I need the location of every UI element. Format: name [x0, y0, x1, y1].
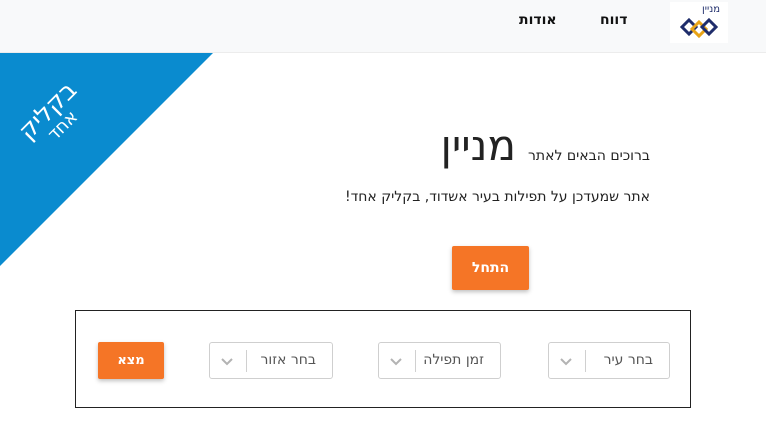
nav-link-about[interactable]: אודות — [519, 12, 557, 28]
select-separator — [415, 350, 416, 372]
hero-heading: ברוכים הבאים לאתר מניין — [440, 122, 650, 170]
top-navbar: מניין דווח אודות — [0, 0, 766, 53]
hero-tagline: אתר שמעדכן על תפילות בעיר אשדוד, בקליק א… — [345, 189, 650, 205]
prayer-time-select[interactable]: זמן תפילה — [378, 342, 501, 379]
start-button[interactable]: התחל — [452, 246, 529, 290]
chevron-down-icon — [560, 358, 572, 366]
select-separator — [585, 350, 586, 372]
site-logo[interactable]: מניין — [670, 2, 728, 43]
area-select-label: בחר אזור — [260, 352, 316, 368]
find-button[interactable]: מצא — [98, 342, 164, 379]
chevron-down-icon — [390, 358, 402, 366]
chevron-down-icon — [221, 358, 233, 366]
search-panel: בחר עיר זמן תפילה בחר אזור מצא — [75, 310, 691, 408]
area-select[interactable]: בחר אזור — [209, 342, 333, 379]
prayer-time-select-label: זמן תפילה — [423, 352, 484, 368]
city-select-label: בחר עיר — [603, 352, 653, 368]
select-separator — [246, 350, 247, 372]
nav-link-report[interactable]: דווח — [600, 12, 627, 28]
logo-text: מניין — [702, 4, 720, 15]
welcome-text: ברוכים הבאים לאתר — [528, 148, 650, 164]
city-select[interactable]: בחר עיר — [548, 342, 670, 379]
brand-title: מניין — [440, 121, 517, 170]
diamond-logo-icon — [680, 17, 718, 39]
